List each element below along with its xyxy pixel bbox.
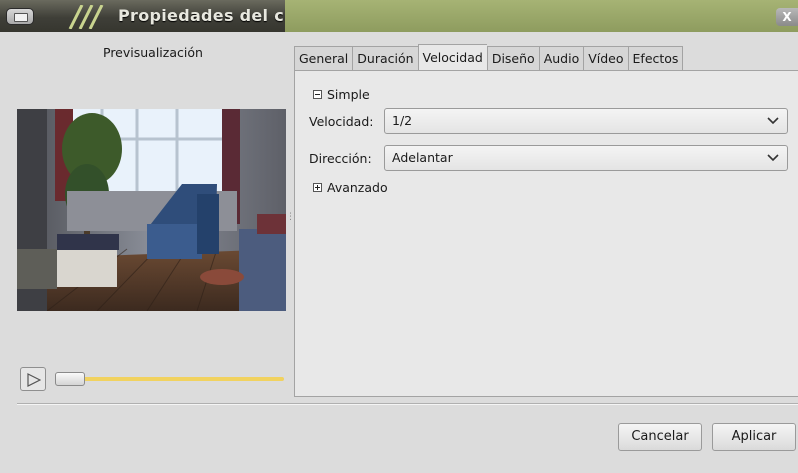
direction-select-value: Adelantar <box>392 150 453 165</box>
tab-video[interactable]: Vídeo <box>583 46 628 71</box>
chevron-down-icon <box>767 154 779 162</box>
window-title: Propiedades del clip <box>118 6 308 25</box>
tab-audio[interactable]: Audio <box>538 46 584 71</box>
simple-expander[interactable]: Simple <box>313 87 370 102</box>
simple-expander-label: Simple <box>327 87 370 102</box>
velocity-select[interactable]: 1/2 <box>384 108 788 134</box>
direction-select[interactable]: Adelantar <box>384 145 788 171</box>
timeline-slider-handle[interactable] <box>55 372 85 386</box>
velocity-select-value: 1/2 <box>392 113 413 128</box>
advanced-expander-label: Avanzado <box>327 180 388 195</box>
tab-duracion[interactable]: Duración <box>352 46 418 71</box>
tab-efectos[interactable]: Efectos <box>627 46 684 71</box>
expand-icon <box>313 183 322 192</box>
cancel-button[interactable]: Cancelar <box>618 423 702 451</box>
tab-content-pane: Simple Velocidad: 1/2 Dirección: Adelant… <box>294 70 798 397</box>
play-icon <box>27 373 41 387</box>
clip-preview-image <box>17 109 286 311</box>
window-menu-button[interactable] <box>6 8 34 25</box>
titlebar-stripes-decoration <box>68 5 104 29</box>
collapse-icon <box>313 90 322 99</box>
close-window-button[interactable]: X <box>776 8 798 26</box>
preview-label: Previsualización <box>103 45 203 60</box>
apply-button[interactable]: Aplicar <box>712 423 796 451</box>
title-bar: Propiedades del clip X <box>0 0 798 32</box>
tab-general[interactable]: General <box>294 46 353 71</box>
direction-label: Dirección: <box>309 151 372 166</box>
titlebar-highlight <box>285 0 798 32</box>
tab-velocidad[interactable]: Velocidad <box>417 44 487 71</box>
play-button[interactable] <box>20 367 46 391</box>
advanced-expander[interactable]: Avanzado <box>313 180 388 195</box>
velocity-label: Velocidad: <box>309 114 374 129</box>
dialog-separator-highlight <box>17 404 798 405</box>
chevron-down-icon <box>767 117 779 125</box>
tab-diseno[interactable]: Diseño <box>486 46 539 71</box>
property-tabs: General Duración Velocidad Diseño Audio … <box>294 44 684 71</box>
timeline-slider-track[interactable] <box>58 377 284 381</box>
